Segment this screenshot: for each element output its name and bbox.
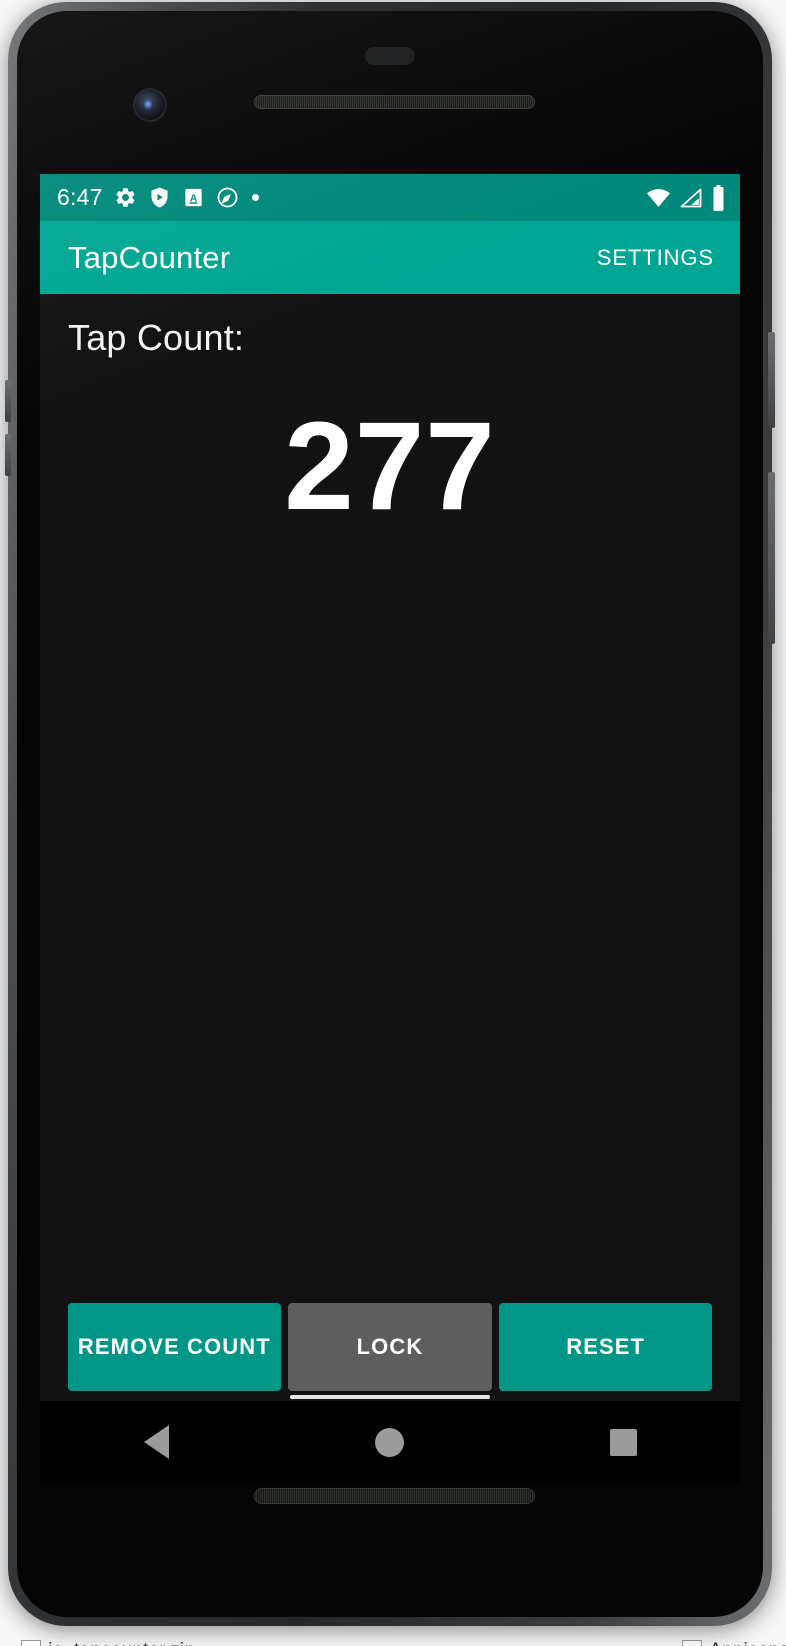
power-button[interactable] — [768, 332, 775, 428]
battery-icon — [713, 184, 724, 211]
file-icon — [682, 1640, 703, 1646]
volume-button[interactable] — [768, 472, 775, 644]
proximity-sensor — [365, 47, 415, 65]
notification-dot-icon — [251, 194, 259, 201]
reset-button[interactable]: RESET — [499, 1303, 713, 1391]
app-screen: 6:47 A TapCounter SETTINGS Tap Count: 27… — [40, 174, 740, 1401]
status-clock: 6:47 — [57, 184, 103, 210]
bottom-speaker-grille — [254, 1488, 535, 1504]
left-side-button-lower[interactable] — [5, 434, 11, 476]
status-bar-right — [646, 184, 726, 211]
app-title: TapCounter — [68, 239, 231, 275]
circle-q-icon — [217, 187, 237, 208]
nav-back-button[interactable] — [117, 1412, 197, 1472]
remove-count-button[interactable]: REMOVE COUNT — [68, 1303, 281, 1391]
left-side-button-upper[interactable] — [5, 380, 11, 422]
background-file-item: ▲ Appicons.zip — [661, 1640, 786, 1646]
earpiece-speaker-grille — [254, 95, 535, 109]
nav-home-button[interactable] — [350, 1412, 430, 1472]
nav-recents-button[interactable] — [583, 1412, 663, 1472]
file-icon — [21, 1640, 42, 1646]
phone-screen-glass: 6:47 A TapCounter SETTINGS Tap Count: 27… — [17, 11, 763, 1617]
lock-button-focus-indicator — [289, 1395, 491, 1399]
background-file-item: ▲ io_tapcounter.zip — [0, 1640, 195, 1646]
background-file-name: Appicons.zip — [709, 1640, 786, 1646]
wifi-icon — [647, 188, 670, 207]
app-letter-a-icon: A — [184, 188, 202, 207]
system-navigation-bar — [40, 1401, 740, 1483]
tap-count-label: Tap Count: — [68, 317, 245, 358]
status-bar-left: 6:47 A — [57, 186, 646, 209]
gear-icon — [116, 188, 135, 207]
status-bar: 6:47 A — [40, 174, 740, 221]
cellular-signal-icon — [680, 188, 702, 207]
front-camera-icon — [135, 90, 165, 120]
phone-device-frame: 6:47 A TapCounter SETTINGS Tap Count: 27… — [5, 2, 775, 1626]
recents-icon — [609, 1428, 637, 1456]
home-icon — [375, 1427, 405, 1457]
play-protect-shield-icon — [151, 187, 168, 208]
action-button-row: REMOVE COUNT LOCK RESET — [68, 1303, 713, 1399]
app-bar: TapCounter SETTINGS — [40, 221, 740, 294]
lock-button[interactable]: LOCK — [287, 1303, 493, 1391]
tap-count-value: 277 — [284, 397, 496, 536]
settings-button[interactable]: SETTINGS — [587, 237, 724, 279]
main-content: Tap Count: 277 REMOVE COUNT LOCK RESET — [40, 294, 740, 1401]
back-icon — [144, 1425, 170, 1459]
background-file-name: io_tapcounter.zip — [48, 1640, 195, 1646]
lock-button-wrapper: LOCK — [287, 1303, 493, 1399]
